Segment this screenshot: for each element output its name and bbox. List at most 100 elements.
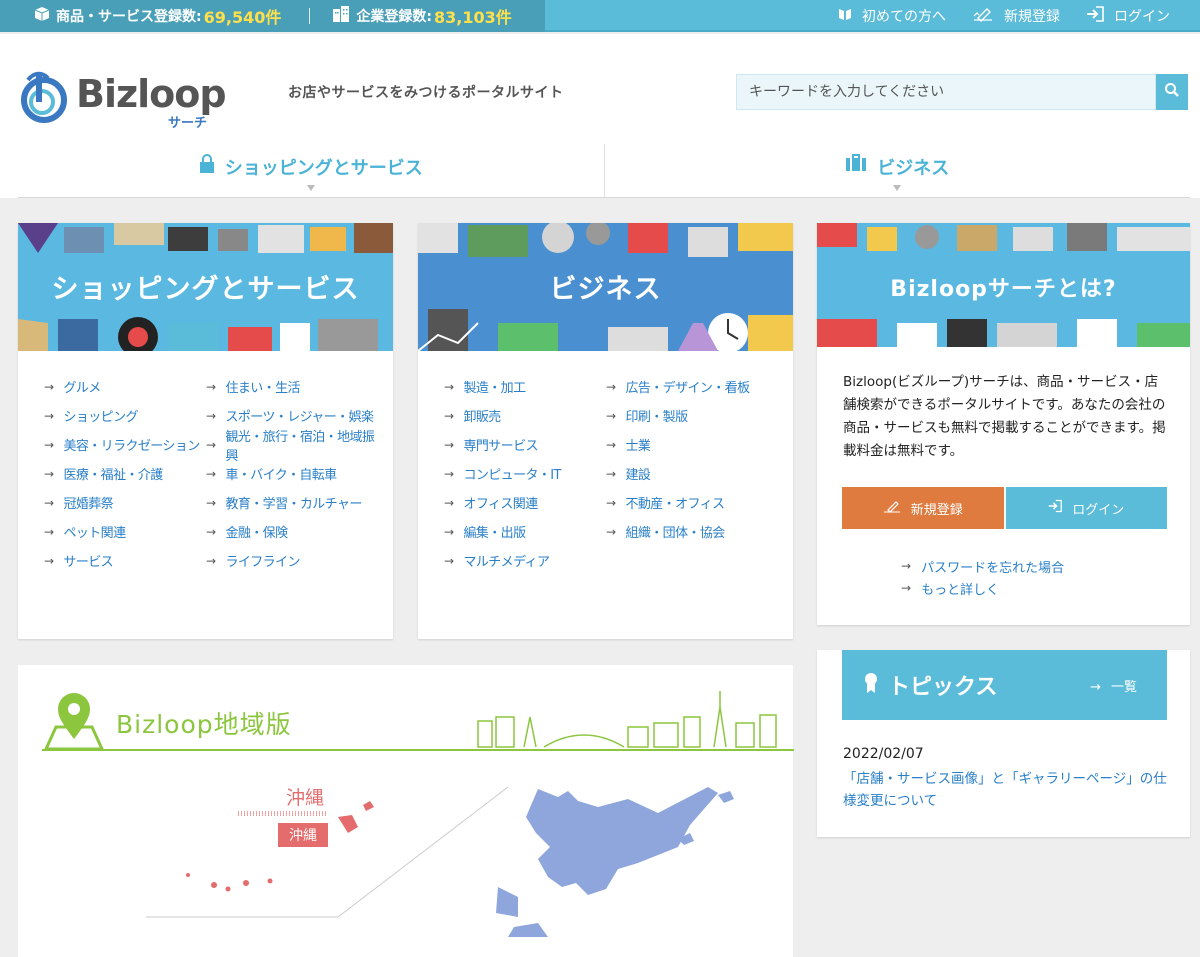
category-link[interactable]: → 不動産・オフィス bbox=[606, 493, 786, 513]
category-link[interactable]: → 編集・出版 bbox=[444, 522, 606, 542]
category-link[interactable]: → オフィス関連 bbox=[444, 493, 606, 513]
category-link[interactable]: → グルメ bbox=[44, 377, 206, 397]
arrow-right-icon: → bbox=[206, 379, 216, 394]
category-link[interactable]: → 広告・デザイン・看板 bbox=[606, 377, 786, 397]
about-banner-title: Bizloopサーチとは? bbox=[890, 277, 1117, 302]
arrow-right-icon: → bbox=[444, 524, 454, 539]
arrow-right-icon: → bbox=[606, 524, 616, 539]
logo-text: Bizloop bbox=[76, 72, 227, 116]
category-link[interactable]: → 建設 bbox=[606, 464, 786, 484]
category-link[interactable]: → 冠婚葬祭 bbox=[44, 493, 206, 513]
login-icon bbox=[1048, 499, 1063, 517]
shopping-card: ショッピングとサービス → グルメ → 住まい・生活 → ショッピング → スポーツ・レ… bbox=[18, 223, 393, 639]
ribbon-icon bbox=[864, 672, 878, 698]
arrow-right-icon: → bbox=[901, 559, 912, 573]
register-button-label: 新規登録 bbox=[910, 502, 963, 518]
tab-business[interactable]: ビジネス bbox=[603, 144, 1191, 197]
business-card: ビジネス → 製造・加工 → 広告・デザイン・看板 → 卸販売 → 印刷・製版 → 専門サ… bbox=[418, 223, 793, 639]
category-link[interactable]: → 車・バイク・自転車 bbox=[206, 464, 386, 484]
business-banner-title: ビジネス bbox=[549, 274, 662, 305]
first-time-link[interactable]: 初めての方へ bbox=[838, 6, 946, 26]
register-button[interactable]: 新規登録 bbox=[842, 487, 1004, 529]
category-link[interactable]: → 教育・学習・カルチャー bbox=[206, 493, 386, 513]
category-link[interactable]: → 住まい・生活 bbox=[206, 377, 386, 397]
register-label: 新規登録 bbox=[1004, 9, 1060, 25]
topic-date: 2022/02/07 bbox=[843, 746, 924, 762]
category-link[interactable]: → 美容・リラクゼーション bbox=[44, 435, 206, 455]
arrow-right-icon: → bbox=[206, 437, 216, 452]
shopping-links: → グルメ → 住まい・生活 → ショッピング → スポーツ・レジャー・娯楽 → 美容・リ… bbox=[18, 351, 393, 571]
category-link[interactable]: → ショッピング bbox=[44, 406, 206, 426]
category-link[interactable]: → 印刷・製版 bbox=[606, 406, 786, 426]
tab-business-label: ビジネス bbox=[877, 158, 950, 179]
arrow-right-icon: → bbox=[1090, 680, 1101, 695]
topics-header: トピックス → 一覧 bbox=[842, 650, 1167, 720]
category-link[interactable]: → 卸販売 bbox=[444, 406, 606, 426]
shopping-banner[interactable]: ショッピングとサービス bbox=[18, 223, 393, 351]
arrow-right-icon: → bbox=[444, 466, 454, 481]
login-link[interactable]: ログイン bbox=[1086, 6, 1170, 26]
top-bar: 商品・サービス登録数: 69,540件 企業登録数: 83,103件 初めての方… bbox=[0, 0, 1200, 32]
category-link[interactable]: → ライフライン bbox=[206, 551, 386, 571]
about-card: Bizloopサーチとは? Bizloop(ビズループ)サーチは、商品・サービス… bbox=[817, 223, 1190, 625]
divider bbox=[309, 8, 311, 24]
region-card: Bizloop地域版 沖縄 沖縄 bbox=[18, 665, 794, 957]
tab-shopping[interactable]: ショッピングとサービス bbox=[18, 144, 604, 197]
login-label: ログイン bbox=[1114, 9, 1170, 25]
category-link[interactable]: → マルチメディア bbox=[444, 551, 606, 571]
search-input[interactable] bbox=[736, 74, 1156, 110]
region-title: Bizloop地域版 bbox=[116, 710, 292, 739]
arrow-right-icon: → bbox=[901, 581, 912, 595]
forgot-password-link[interactable]: → パスワードを忘れた場合 bbox=[901, 555, 1064, 577]
search-bar bbox=[736, 74, 1188, 110]
arrow-right-icon: → bbox=[606, 495, 616, 510]
arrow-right-icon: → bbox=[44, 495, 54, 510]
arrow-right-icon: → bbox=[606, 466, 616, 481]
arrow-right-icon: → bbox=[606, 437, 616, 452]
category-link[interactable]: → 製造・加工 bbox=[444, 377, 606, 397]
arrow-right-icon: → bbox=[206, 524, 216, 539]
search-button[interactable] bbox=[1156, 74, 1188, 110]
topics-list-link[interactable]: → 一覧 bbox=[1090, 676, 1137, 695]
about-links: → パスワードを忘れた場合 → もっと詳しく bbox=[901, 555, 1064, 599]
region-divider bbox=[42, 749, 794, 751]
pencil-icon bbox=[883, 499, 901, 517]
arrow-right-icon: → bbox=[44, 408, 54, 423]
category-link[interactable]: → 金融・保険 bbox=[206, 522, 386, 542]
topics-title: トピックス bbox=[888, 675, 998, 700]
login-button[interactable]: ログイン bbox=[1005, 487, 1167, 529]
arrow-right-icon: → bbox=[206, 466, 216, 481]
more-details-link[interactable]: → もっと詳しく bbox=[901, 577, 1064, 599]
arrow-right-icon: → bbox=[444, 553, 454, 568]
category-link[interactable]: → サービス bbox=[44, 551, 206, 571]
category-link[interactable]: → ペット関連 bbox=[44, 522, 206, 542]
category-link[interactable]: → 士業 bbox=[606, 435, 786, 455]
arrow-right-icon: → bbox=[606, 379, 616, 394]
arrow-right-icon: → bbox=[444, 379, 454, 394]
topic-link[interactable]: 「店舗・サービス画像」と「ギャラリーページ」の仕様変更について bbox=[843, 768, 1173, 812]
pencil-icon bbox=[972, 6, 994, 26]
category-link[interactable]: → コンピュータ・IT bbox=[444, 464, 606, 484]
category-link[interactable]: → 観光・旅行・宿泊・地域振興 bbox=[206, 430, 386, 464]
category-link[interactable]: → 医療・福祉・介護 bbox=[44, 464, 206, 484]
map-pin-icon bbox=[42, 687, 106, 757]
tagline: お店やサービスをみつけるポータルサイト bbox=[288, 85, 564, 101]
chevron-down-icon bbox=[893, 185, 902, 191]
category-link[interactable]: → スポーツ・レジャー・娯楽 bbox=[206, 406, 386, 426]
book-icon bbox=[838, 7, 852, 25]
japan-map bbox=[146, 786, 734, 937]
category-link[interactable]: → 専門サービス bbox=[444, 435, 606, 455]
products-label: 商品・サービス登録数: bbox=[56, 9, 202, 25]
topics-card: トピックス → 一覧 2022/02/07 「店舗・サービス画像」と「ギャラリーペ… bbox=[817, 650, 1190, 837]
bizloop-logo[interactable]: Bizloop サーチ bbox=[18, 68, 258, 131]
register-link[interactable]: 新規登録 bbox=[972, 6, 1060, 26]
login-icon bbox=[1086, 6, 1104, 26]
briefcase-icon bbox=[845, 154, 867, 177]
arrow-right-icon: → bbox=[206, 495, 216, 510]
shopping-banner-title: ショッピングとサービス bbox=[51, 274, 360, 305]
about-banner[interactable]: Bizloopサーチとは? bbox=[817, 223, 1190, 347]
category-link[interactable]: → 組織・団体・協会 bbox=[606, 522, 786, 542]
arrow-right-icon: → bbox=[444, 495, 454, 510]
business-banner[interactable]: ビジネス bbox=[418, 223, 793, 351]
arrow-right-icon: → bbox=[44, 437, 54, 452]
